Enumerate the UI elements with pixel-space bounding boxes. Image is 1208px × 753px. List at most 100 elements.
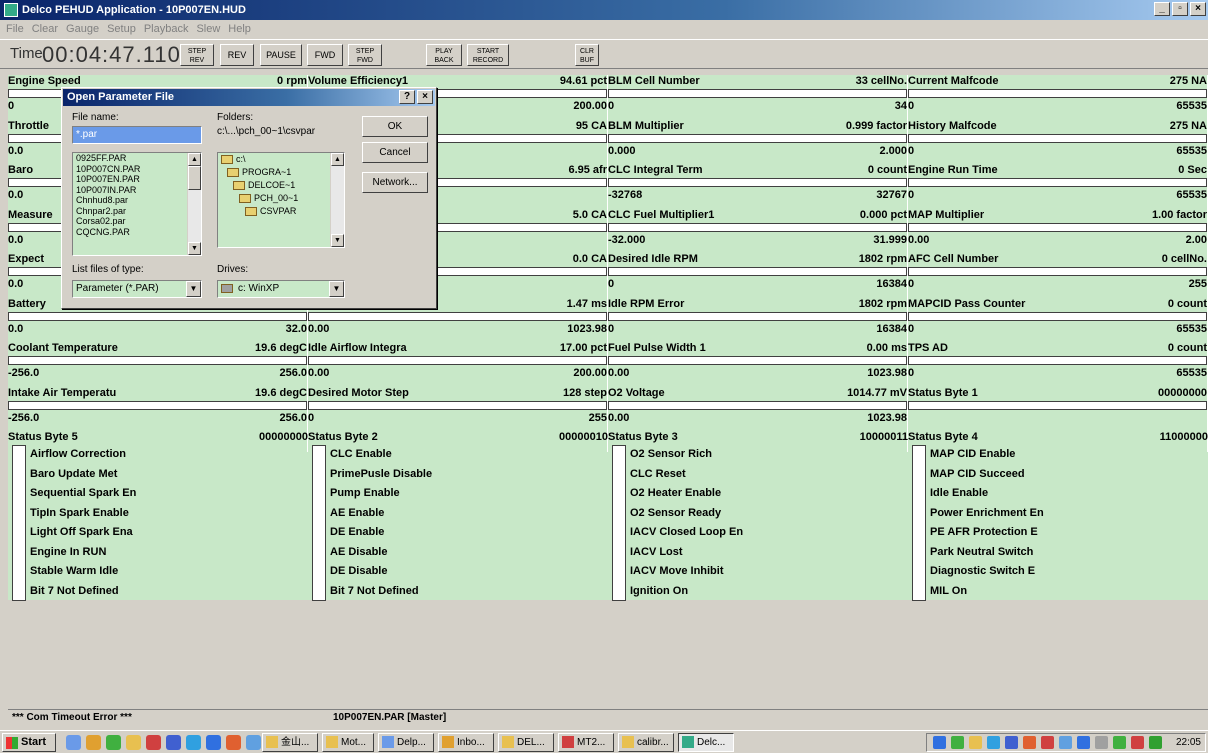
tray-icon[interactable]: [1095, 736, 1108, 749]
task-button[interactable]: 金山...: [262, 733, 318, 752]
gauge-name: Idle Airflow Integra: [308, 342, 407, 354]
status-byte-panel: Status Byte 3 10000011 O2 Sensor Rich CLC R…: [608, 431, 908, 601]
title-bar[interactable]: Delco PEHUD Application - 10P007EN.HUD _…: [0, 0, 1208, 20]
file-list-item[interactable]: Chnhud8.par: [73, 195, 201, 206]
file-type-label: List files of type:: [72, 264, 144, 275]
drives-select[interactable]: c: WinXP ▼: [217, 280, 345, 298]
quicklaunch-app-icon[interactable]: [86, 735, 101, 750]
tray-icon[interactable]: [951, 736, 964, 749]
app-icon: [682, 736, 694, 748]
pause-button[interactable]: PAUSE: [260, 44, 302, 66]
ok-button[interactable]: OK: [362, 116, 428, 137]
folder-tree-item[interactable]: PCH_00~1: [218, 192, 344, 205]
file-list-scrollbar[interactable]: ▲ ▼: [187, 153, 201, 255]
tray-icon[interactable]: [1131, 736, 1144, 749]
menu-setup[interactable]: Setup: [107, 20, 136, 38]
folder-tree-scrollbar[interactable]: ▲ ▼: [330, 153, 344, 247]
quicklaunch-app-icon[interactable]: [226, 735, 241, 750]
file-list-item[interactable]: Corsa02.par: [73, 216, 201, 227]
tray-icon[interactable]: [933, 736, 946, 749]
file-list-item[interactable]: 10P007CN.PAR: [73, 164, 201, 175]
file-list-item[interactable]: Chnpar2.par: [73, 206, 201, 217]
cancel-button[interactable]: Cancel: [362, 142, 428, 163]
step-fwd-button[interactable]: STEP FWD: [348, 44, 382, 66]
chevron-down-icon[interactable]: ▼: [186, 281, 201, 297]
quicklaunch-app-icon[interactable]: [166, 735, 181, 750]
taskbar: Start 金山... Mot... Delp... Inbo... DEL..…: [0, 730, 1208, 753]
scroll-down-icon[interactable]: ▼: [188, 242, 201, 255]
minimize-button[interactable]: _: [1154, 2, 1170, 16]
menu-playback[interactable]: Playback: [144, 20, 189, 38]
quicklaunch-desktop-icon[interactable]: [66, 735, 81, 750]
gauge-max: 2.00: [1185, 233, 1207, 246]
maximize-button[interactable]: ▫: [1172, 2, 1188, 16]
tray-icon[interactable]: [1113, 736, 1126, 749]
file-list-item[interactable]: 10P007EN.PAR: [73, 174, 201, 185]
folder-tree-item[interactable]: c:\: [218, 153, 344, 166]
step-rev-button[interactable]: STEP REV: [180, 44, 214, 66]
gauge-max: 16384: [876, 322, 907, 335]
help-button[interactable]: ?: [399, 90, 415, 104]
task-button-active[interactable]: Delc...: [678, 733, 734, 752]
clear-buffer-button[interactable]: CLR BUF: [575, 44, 599, 66]
folder-tree[interactable]: c:\ PROGRA~1 DELCOE~1 PCH_00~1 CSVPAR ▲ ▼: [217, 152, 345, 248]
menu-gauge[interactable]: Gauge: [66, 20, 99, 38]
scroll-up-icon[interactable]: ▲: [331, 153, 344, 166]
start-button[interactable]: Start: [2, 733, 56, 752]
close-button[interactable]: ×: [1190, 2, 1206, 16]
folder-tree-item[interactable]: CSVPAR: [218, 205, 344, 218]
file-type-select[interactable]: Parameter (*.PAR) ▼: [72, 280, 202, 298]
signal-icon[interactable]: [1149, 736, 1162, 749]
quicklaunch-app-icon[interactable]: [106, 735, 121, 750]
file-list-item[interactable]: 0925FF.PAR: [73, 153, 201, 164]
tray-icon[interactable]: [1005, 736, 1018, 749]
quicklaunch-app-icon[interactable]: [146, 735, 161, 750]
menu-file[interactable]: File: [6, 20, 24, 38]
tray-icon[interactable]: [1041, 736, 1054, 749]
menu-clear[interactable]: Clear: [32, 20, 58, 38]
tray-icon[interactable]: [1023, 736, 1036, 749]
scroll-up-icon[interactable]: ▲: [188, 153, 201, 166]
quicklaunch-app-icon[interactable]: [186, 735, 201, 750]
menu-slew[interactable]: Slew: [196, 20, 220, 38]
menu-help[interactable]: Help: [228, 20, 251, 38]
gauge-max: 1023.98: [867, 367, 907, 379]
folder-label: DELCOE~1: [248, 180, 296, 190]
dialog-title-bar[interactable]: Open Parameter File ? ×: [63, 89, 435, 106]
task-button[interactable]: Mot...: [322, 733, 374, 752]
task-button[interactable]: DEL...: [498, 733, 554, 752]
tray-icon[interactable]: [1059, 736, 1072, 749]
file-list[interactable]: 0925FF.PAR 10P007CN.PAR 10P007EN.PAR 10P007…: [72, 152, 202, 256]
task-button[interactable]: Delp...: [378, 733, 434, 752]
quicklaunch-app-icon[interactable]: [206, 735, 221, 750]
status-bit-strip: [12, 445, 26, 601]
file-name-input[interactable]: *.par: [72, 126, 202, 144]
gauge-min: 0: [608, 322, 615, 335]
task-button[interactable]: MT2...: [558, 733, 614, 752]
quicklaunch-app-icon[interactable]: [126, 735, 141, 750]
status-bit-label: AE Disable: [330, 545, 388, 558]
status-byte-value: 11000000: [1159, 431, 1208, 443]
file-list-item[interactable]: CQCNG.PAR: [73, 227, 201, 238]
tray-icon[interactable]: [987, 736, 1000, 749]
start-record-button[interactable]: START RECORD: [467, 44, 509, 66]
playback-button[interactable]: PLAY BACK: [426, 44, 462, 66]
dialog-close-button[interactable]: ×: [417, 90, 433, 104]
task-label: DEL...: [517, 737, 545, 748]
folder-tree-item[interactable]: PROGRA~1: [218, 166, 344, 179]
fwd-button[interactable]: FWD: [307, 44, 343, 66]
network-button[interactable]: Network...: [362, 172, 428, 193]
scroll-thumb[interactable]: [188, 166, 201, 190]
folder-tree-item[interactable]: DELCOE~1: [218, 179, 344, 192]
gauge-bar: [908, 356, 1207, 365]
rev-button[interactable]: REV: [220, 44, 254, 66]
scroll-down-icon[interactable]: ▼: [331, 234, 344, 247]
task-button[interactable]: calibr...: [618, 733, 674, 752]
tray-icon[interactable]: [969, 736, 982, 749]
chevron-down-icon[interactable]: ▼: [329, 281, 344, 297]
quicklaunch-app-icon[interactable]: [246, 735, 261, 750]
gauge-min: -256.0: [8, 367, 40, 379]
tray-icon[interactable]: [1077, 736, 1090, 749]
file-list-item[interactable]: 10P007IN.PAR: [73, 185, 201, 196]
task-button[interactable]: Inbo...: [438, 733, 494, 752]
